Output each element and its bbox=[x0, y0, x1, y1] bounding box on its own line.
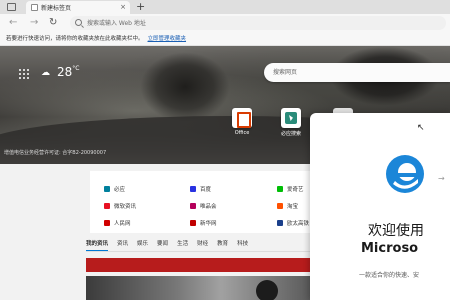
tab-life[interactable]: 生活 bbox=[177, 239, 188, 251]
divider bbox=[86, 251, 316, 252]
bing-icon bbox=[104, 186, 110, 192]
address-input[interactable] bbox=[87, 16, 427, 30]
web-search-input[interactable] bbox=[273, 63, 443, 82]
quick-link-label: 必应搜索 bbox=[280, 131, 301, 137]
quick-link-bing[interactable]: 必应搜索 bbox=[279, 108, 303, 137]
welcome-subtitle: 一款适合你的快速、安 bbox=[359, 272, 420, 279]
link-bing[interactable]: 必应 bbox=[104, 185, 125, 193]
vip-icon bbox=[190, 203, 196, 209]
tab-entertainment[interactable]: 娱乐 bbox=[137, 239, 148, 251]
link-baidu[interactable]: 百度 bbox=[190, 185, 211, 193]
tab-close-icon[interactable]: × bbox=[120, 3, 126, 11]
link-people[interactable]: 人民网 bbox=[104, 219, 131, 227]
link-xinhua[interactable]: 新华网 bbox=[190, 219, 217, 227]
cloud-icon: ☁ bbox=[41, 68, 50, 78]
favorites-bar: 若要进行快速访问，请将你的收藏夹放在此收藏夹栏中。 立即管理收藏夹 bbox=[0, 32, 450, 46]
news-image[interactable] bbox=[86, 276, 311, 300]
toolbar: ← → ↻ bbox=[0, 14, 450, 32]
link-msn[interactable]: 微软资讯 bbox=[104, 202, 136, 210]
favorites-bar-hint: 若要进行快速访问，请将你的收藏夹放在此收藏夹栏中。 bbox=[6, 36, 144, 42]
tab-strip: 新建标签页 × + bbox=[0, 0, 450, 14]
quick-link-label: Office bbox=[234, 130, 250, 136]
tab-headlines[interactable]: 要闻 bbox=[157, 239, 168, 251]
bing-icon bbox=[281, 108, 301, 128]
tab-news[interactable]: 资讯 bbox=[117, 239, 128, 251]
office-icon bbox=[232, 108, 252, 128]
arrow-right-icon: → bbox=[438, 174, 445, 183]
search-icon bbox=[75, 19, 82, 26]
new-tab-button[interactable]: + bbox=[136, 0, 145, 14]
tab-tech[interactable]: 科技 bbox=[237, 239, 248, 251]
link-taobao[interactable]: 淘宝 bbox=[277, 202, 298, 210]
link-vip[interactable]: 唯品会 bbox=[190, 202, 217, 210]
news-banner[interactable] bbox=[86, 258, 311, 272]
tab-actions-icon[interactable] bbox=[7, 3, 16, 11]
welcome-brand: Microso bbox=[361, 241, 419, 256]
tab-new-tab[interactable]: 新建标签页 × bbox=[26, 1, 130, 14]
new-tab-favicon-icon bbox=[31, 4, 38, 11]
weather-temperature[interactable]: 28°C bbox=[57, 65, 79, 79]
forward-icon[interactable]: → bbox=[30, 16, 38, 30]
quick-link-office[interactable]: Office bbox=[230, 108, 254, 136]
web-search-box[interactable] bbox=[264, 63, 450, 82]
tab-finance[interactable]: 财经 bbox=[197, 239, 208, 251]
background-tree bbox=[140, 52, 230, 122]
iqiyi-icon bbox=[277, 186, 283, 192]
tab-education[interactable]: 教育 bbox=[217, 239, 228, 251]
ctrip-icon bbox=[277, 220, 283, 226]
xinhua-icon bbox=[190, 220, 196, 226]
taobao-icon bbox=[277, 203, 283, 209]
welcome-title: 欢迎使用 bbox=[368, 223, 424, 239]
tab-my-news[interactable]: 我的资讯 bbox=[86, 239, 109, 251]
address-bar[interactable] bbox=[70, 16, 446, 30]
people-icon bbox=[104, 220, 110, 226]
quick-links-panel: 必应 百度 爱奇艺 微软资讯 唯品会 淘宝 人民网 新华网 欧太高铁 bbox=[90, 171, 315, 233]
license-footnote: 增值电信业务经营许可证: 合字B2-20090007 bbox=[4, 150, 107, 156]
msn-icon bbox=[104, 203, 110, 209]
welcome-panel: ↖ → 欢迎使用 Microso 一款适合你的快速、安 bbox=[310, 113, 450, 300]
edge-logo-icon bbox=[386, 155, 424, 193]
link-ctrip[interactable]: 欧太高铁 bbox=[277, 219, 309, 227]
refresh-icon[interactable]: ↻ bbox=[49, 16, 57, 30]
baidu-icon bbox=[190, 186, 196, 192]
back-icon[interactable]: ← bbox=[9, 16, 17, 30]
link-iqiyi[interactable]: 爱奇艺 bbox=[277, 185, 304, 193]
mouse-cursor-icon: ↖ bbox=[417, 123, 425, 133]
tab-title: 新建标签页 bbox=[41, 5, 72, 12]
app-launcher-icon[interactable] bbox=[19, 69, 29, 79]
manage-favorites-link[interactable]: 立即管理收藏夹 bbox=[148, 36, 187, 42]
news-tabs: 我的资讯 资讯 娱乐 要闻 生活 财经 教育 科技 bbox=[86, 239, 257, 251]
